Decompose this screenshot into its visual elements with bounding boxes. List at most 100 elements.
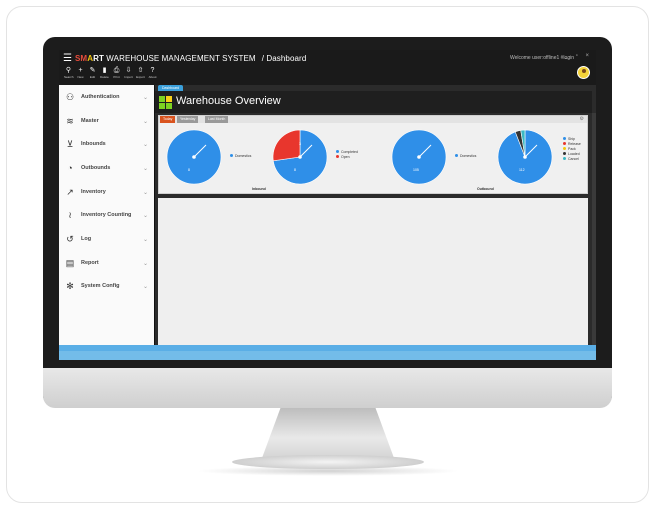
chevron-down-icon: ⌄ xyxy=(142,212,148,219)
sidebar-item-system-config[interactable]: ✻ System Config ⌄ xyxy=(59,277,154,295)
toolbar-import-button[interactable]: ⇩ Import xyxy=(124,66,133,79)
monitor-base xyxy=(232,455,424,469)
sidebar-item-log[interactable]: ↺ Log ⌄ xyxy=(59,230,154,248)
toolbar-label: About xyxy=(148,75,157,79)
pie-center-dot xyxy=(417,155,421,159)
menu-icon[interactable]: ☰ xyxy=(63,53,72,64)
sidebar-item-label: Inventory Counting xyxy=(81,212,132,218)
top-bar: ☰ SMART WAREHOUSE MANAGEMENT SYSTEM / Das… xyxy=(59,50,596,85)
legend-inbound-status: Completed Open xyxy=(336,149,358,159)
user-avatar[interactable] xyxy=(577,66,590,79)
sidebar-item-label: System Config xyxy=(81,283,120,289)
sidebar-item-label: Outbounds xyxy=(81,165,111,171)
legend-swatch xyxy=(563,137,566,140)
pie-center-dot xyxy=(192,155,196,159)
chevron-down-icon: ⌄ xyxy=(142,94,148,101)
page-title: Warehouse Overview xyxy=(176,95,281,107)
dashboard-panel: Today Yesterday Last Month ⚙ 8 Domestics… xyxy=(158,115,588,194)
plus-icon: + xyxy=(78,67,83,74)
export-icon: ⇧ xyxy=(137,67,144,74)
tab-today[interactable]: Today xyxy=(160,116,176,123)
legend-outbound-status: Ship Release Pack Loaded Cancel xyxy=(563,136,581,161)
outbound-caption: Outbound xyxy=(477,187,494,191)
toolbar-label: Search xyxy=(64,75,74,79)
legend-label: Open xyxy=(341,154,350,159)
toolbar-label: Import xyxy=(124,75,133,79)
tab-yesterday[interactable]: Yesterday xyxy=(177,116,199,123)
sidebar-item-label: Report xyxy=(81,260,99,266)
content-area xyxy=(158,198,588,345)
page-header: Warehouse Overview xyxy=(155,91,592,113)
legend-label: Cancel xyxy=(568,156,579,161)
history-icon: ↺ xyxy=(66,233,74,244)
legend-entry: Domestics xyxy=(230,153,251,158)
title-part-rt: RT xyxy=(93,54,104,63)
window-controls[interactable]: _ ▫ × xyxy=(565,53,592,59)
gear-icon: ✻ xyxy=(66,280,74,291)
trash-icon: ▮ xyxy=(102,67,107,74)
legend-label: Release xyxy=(568,141,581,146)
dashboard-logo-icon xyxy=(159,96,172,109)
toolbar-search-button[interactable]: ⚲ Search xyxy=(64,66,74,79)
chevron-down-icon: ⌄ xyxy=(142,260,148,267)
sidebar-item-inbounds[interactable]: ⊻ Inbounds ⌄ xyxy=(59,135,154,153)
toolbar-label: Edit xyxy=(89,75,96,79)
help-icon: ? xyxy=(150,67,155,74)
toolbar-export-button[interactable]: ⇧ Export xyxy=(136,66,145,79)
toolbar-label: Delete xyxy=(100,75,109,79)
search-icon: ⚲ xyxy=(65,67,72,74)
pie-chart-domestics-inbound: 8 xyxy=(166,129,222,185)
sidebar-item-inventory[interactable]: ↗ Inventory ⌄ xyxy=(59,183,154,201)
legend-label: Loaded xyxy=(568,151,580,156)
import-icon: ⇩ xyxy=(125,67,132,74)
legend-label: Domestics xyxy=(235,153,252,158)
toolbar-about-button[interactable]: ? About xyxy=(148,66,157,79)
toolbar: ⚲ Search + New ✎ Edit ▮ Delete ⎙ Print ⇩ Import ⇧ Exp… xyxy=(64,66,157,79)
sidebar-item-label: Log xyxy=(81,236,92,242)
sidebar-item-report[interactable]: ▤ Report ⌄ xyxy=(59,254,154,272)
legend-swatch xyxy=(336,150,339,153)
printer-icon: ⎙ xyxy=(113,67,120,74)
legend-swatch xyxy=(563,152,566,155)
legend-swatch xyxy=(563,142,566,145)
sidebar-item-authentication[interactable]: ⚇ Authentication ⌄ xyxy=(59,88,154,106)
panel-tabs: Today Yesterday Last Month ⚙ xyxy=(159,116,587,123)
toolbar-delete-button[interactable]: ▮ Delete xyxy=(100,66,109,79)
pencil-icon: ✎ xyxy=(89,67,96,74)
sidebar-item-outbounds[interactable]: ◔ Outbounds ⌄ xyxy=(59,159,154,177)
legend-swatch xyxy=(230,154,233,157)
legend-swatch xyxy=(336,155,339,158)
pie-chart-domestics-outbound: 105 xyxy=(391,129,447,185)
app-title: SMART WAREHOUSE MANAGEMENT SYSTEM / Dashb… xyxy=(75,54,306,63)
toolbar-edit-button[interactable]: ✎ Edit xyxy=(88,66,97,79)
pie-chart-outbound-status: 112 xyxy=(497,129,553,185)
legend-domestics-outbound: Domestics xyxy=(455,153,476,158)
report-icon: ▤ xyxy=(65,257,75,268)
sidebar-item-label: Inventory xyxy=(81,189,106,195)
sidebar-item-inventory-counting[interactable]: ≀ Inventory Counting ⌄ xyxy=(59,206,154,224)
scrollbar[interactable] xyxy=(592,113,596,345)
legend-label: Completed xyxy=(341,149,358,154)
pie-center-dot xyxy=(298,155,302,159)
breadcrumb: / Dashboard xyxy=(261,54,307,63)
legend-entry: Domestics xyxy=(455,153,476,158)
footer-strip xyxy=(59,351,596,360)
pie-center-dot xyxy=(523,155,527,159)
toolbar-print-button[interactable]: ⎙ Print xyxy=(112,66,121,79)
legend-label: Ship xyxy=(568,136,576,141)
pie-data-label: 3 xyxy=(299,142,301,146)
sidebar: ⚇ Authentication ⌄ ≋ Master ⌄ ⊻ Inbounds ⌄ ◔ Outbo… xyxy=(59,85,154,345)
tab-last-month[interactable]: Last Month xyxy=(205,116,229,123)
sidebar-item-master[interactable]: ≋ Master ⌄ xyxy=(59,112,154,130)
gear-icon[interactable]: ⚙ xyxy=(580,116,584,123)
pie-slice-open xyxy=(272,129,301,162)
inbound-caption: Inbound xyxy=(252,187,266,191)
pie-chart-inbound-status: 83 xyxy=(272,129,328,185)
outbound-icon: ◔ xyxy=(67,163,73,173)
toolbar-new-button[interactable]: + New xyxy=(76,66,85,79)
legend-entry: Open xyxy=(336,154,358,159)
cart-icon: ⊻ xyxy=(66,138,74,149)
monitor-chin xyxy=(43,368,612,408)
rfid-icon: ≀ xyxy=(68,209,72,220)
chevron-down-icon: ⌄ xyxy=(142,189,148,196)
